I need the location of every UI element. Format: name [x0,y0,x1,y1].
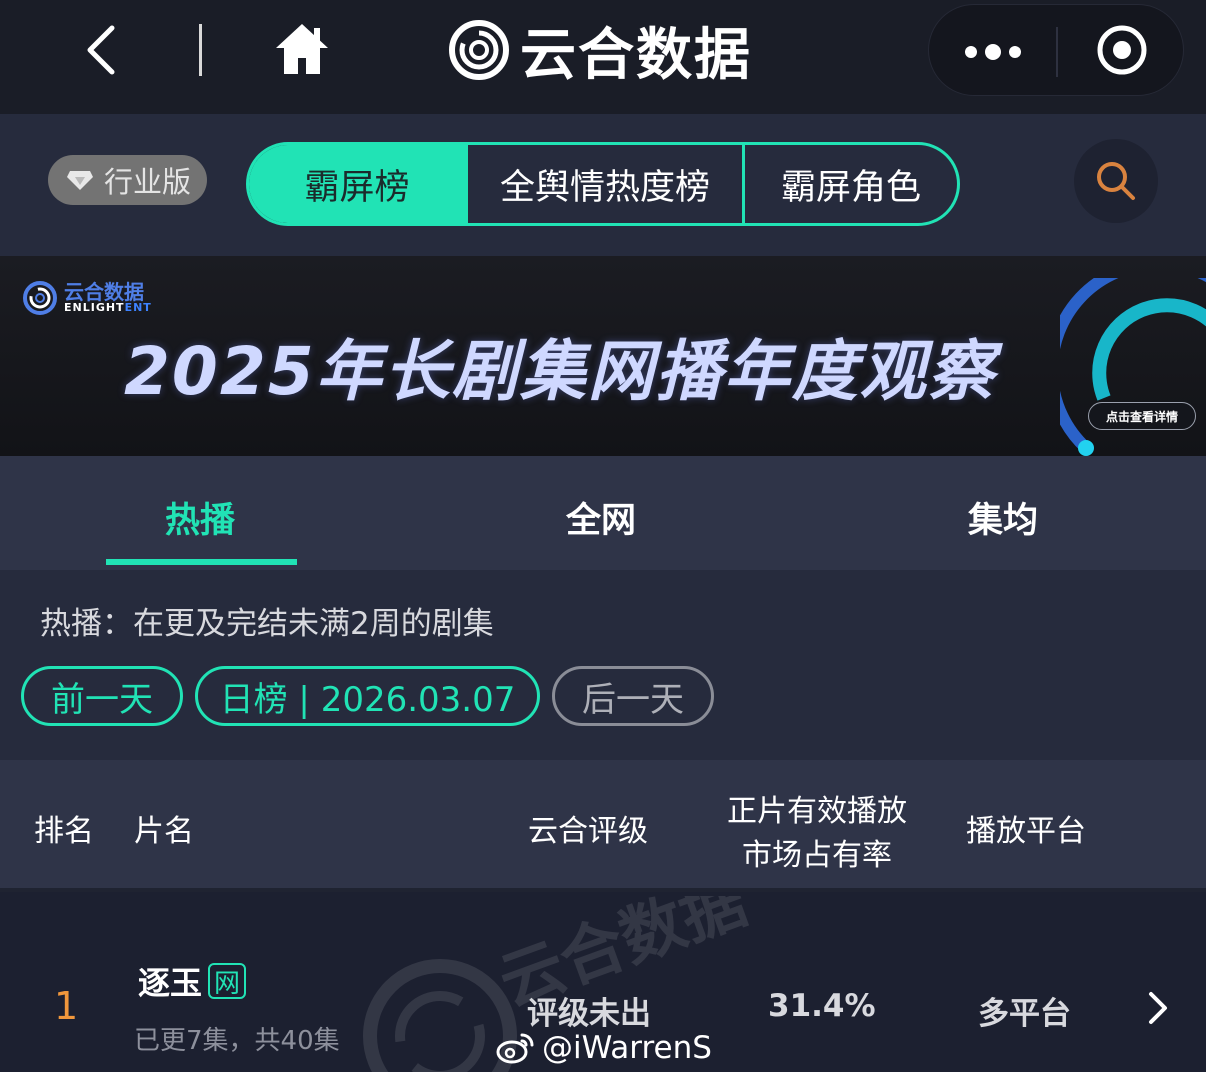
column-platform: 播放平台 [966,814,1086,849]
column-market-share-line2: 市场占有率 [742,838,892,873]
column-rating: 云合评级 [528,814,648,849]
banner-logo-cn: 云合数据 [64,280,144,304]
table-header: 排名 片名 云合评级 正片有效播放 市场占有率 播放平台 [0,760,1206,892]
top-nav-bar: 云合数据 [0,0,1206,114]
weibo-icon [496,1033,534,1064]
banner-logo-en: ENLIGHTENT [64,301,152,314]
tab-hot[interactable]: 热播 [165,492,235,543]
brand-title: 云合数据 [520,22,752,88]
app-brand: 云合数据 [448,14,752,88]
date-filter-area: 热播：在更及完结未满2周的剧集 前一天 日榜 | 2026.03.07 后一天 [0,570,1206,760]
weibo-watermark: @iWarrenS [496,1028,712,1068]
diamond-icon [67,171,93,190]
promo-banner[interactable]: 云合数据 ENLIGHTENT 2025年长剧集网播年度观察 点击查看详情 [0,256,1206,456]
search-button[interactable] [1074,139,1158,223]
search-icon [1097,162,1135,200]
brand-logo-icon [449,20,509,80]
industry-edition-label: 行业版 [104,165,192,199]
show-title-text: 逐玉 [138,964,203,1002]
segment-dominant-screen[interactable]: 霸屏榜 [249,145,465,223]
column-market-share: 正片有效播放 市场占有率 [726,786,908,874]
column-title: 片名 [134,814,194,849]
ranking-tabs: 热播 全网 集均 [0,456,1206,570]
segment-dominant-roles[interactable]: 霸屏角色 [745,145,957,223]
active-tab-indicator [106,559,297,565]
home-icon[interactable] [272,20,332,78]
nav-divider [199,24,202,76]
tab-episode-average[interactable]: 集均 [968,492,1038,543]
daily-chart-date-button[interactable]: 日榜 | 2026.03.07 [195,666,540,726]
network-drama-badge: 网 [208,963,247,999]
hot-description: 热播：在更及完结未满2周的剧集 [40,606,494,642]
table-row[interactable]: 云合数据 1 逐玉 网 已更7集，共40集 评级未出 31.4% 多平台 @iW… [0,896,1206,1072]
industry-edition-button[interactable]: 行业版 [48,155,207,205]
platform-value: 多平台 [978,996,1071,1032]
segment-sentiment-heat[interactable]: 全舆情热度榜 [465,145,745,223]
show-title[interactable]: 逐玉 网 [138,958,247,1004]
capsule-divider [1056,27,1058,77]
banner-logo: 云合数据 ENLIGHTENT [22,278,152,318]
banner-title: 2025年长剧集网播年度观察 [124,333,996,410]
close-target-icon[interactable] [1095,23,1149,77]
next-day-button[interactable]: 后一天 [552,666,714,726]
rating-value: 评级未出 [527,996,651,1032]
tab-all-network[interactable]: 全网 [566,492,636,543]
mini-program-capsule [928,4,1184,96]
market-share-value: 31.4% [768,988,876,1024]
episode-count: 已更7集，共40集 [134,1026,340,1056]
banner-details-button[interactable]: 点击查看详情 [1088,402,1196,430]
previous-day-button[interactable]: 前一天 [21,666,183,726]
back-arrow-icon[interactable] [78,22,128,78]
chevron-right-icon[interactable] [1146,990,1170,1026]
column-market-share-line1: 正片有效播放 [727,794,907,829]
more-dots-icon[interactable] [963,43,1023,61]
ranking-type-bar: 行业版 霸屏榜 全舆情热度榜 霸屏角色 [0,114,1206,256]
column-rank: 排名 [34,814,94,849]
ranking-segmented-control: 霸屏榜 全舆情热度榜 霸屏角色 [246,142,960,226]
rank-number: 1 [54,984,79,1028]
weibo-handle: @iWarrenS [542,1030,712,1066]
banner-logo-icon [23,281,57,315]
